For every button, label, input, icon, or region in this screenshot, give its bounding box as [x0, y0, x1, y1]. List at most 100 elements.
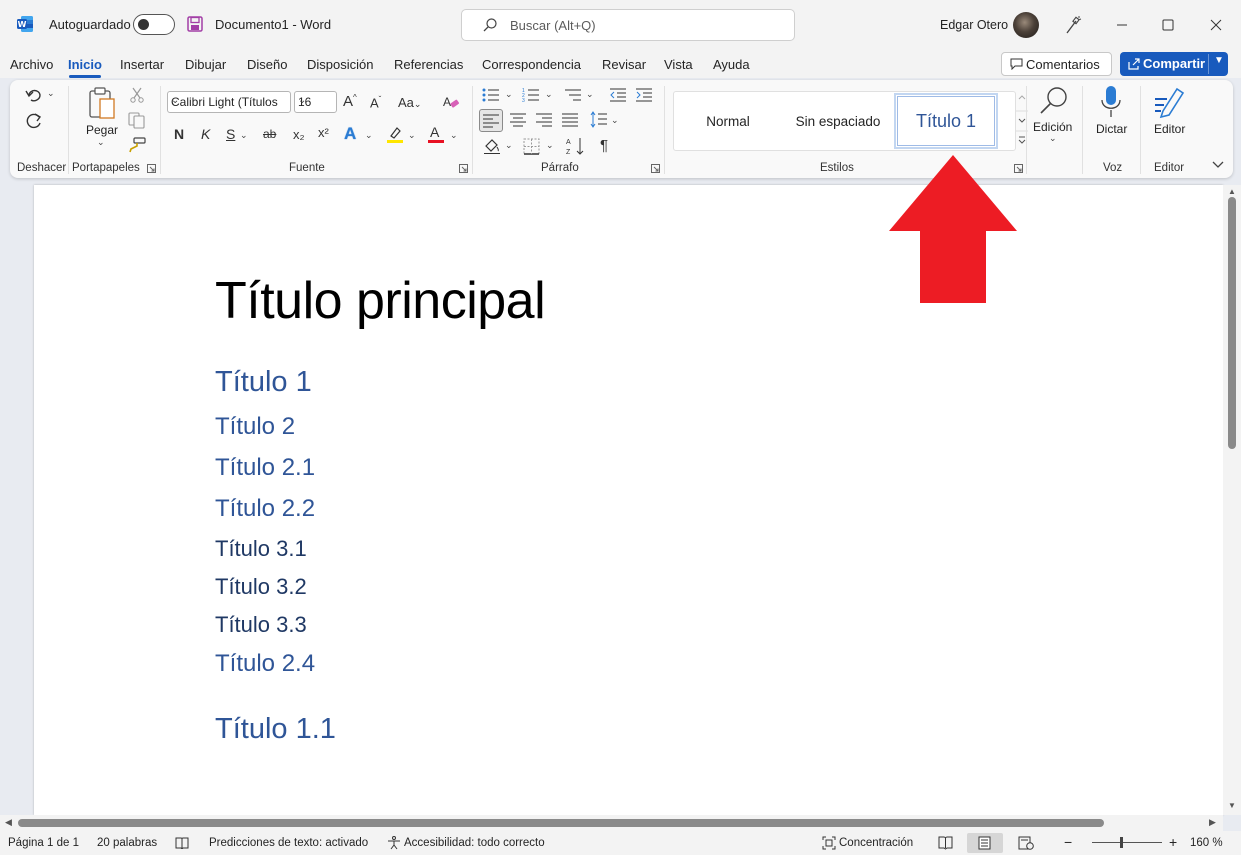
- font-color-chevron-icon[interactable]: ⌄: [450, 130, 458, 141]
- heading-3-3[interactable]: Título 3.3: [215, 612, 307, 638]
- text-effects-chevron-icon[interactable]: ⌄: [365, 130, 373, 141]
- align-center-icon[interactable]: [510, 112, 526, 127]
- cut-icon[interactable]: [129, 87, 145, 103]
- shading-icon[interactable]: [483, 137, 501, 155]
- horizontal-scroll-thumb[interactable]: [18, 819, 1104, 827]
- scroll-right-arrow-icon[interactable]: ▶: [1209, 817, 1216, 828]
- tab-referencias[interactable]: Referencias: [394, 57, 463, 72]
- grow-font-icon[interactable]: A^: [343, 93, 357, 110]
- autosave-toggle[interactable]: [133, 14, 175, 35]
- tab-diseno[interactable]: Diseño: [247, 57, 287, 72]
- microphone-icon[interactable]: [1100, 85, 1122, 119]
- underline-chevron-icon[interactable]: ⌄: [240, 130, 248, 141]
- collapse-ribbon-chevron-icon[interactable]: [1212, 160, 1224, 170]
- numbering-icon[interactable]: 123: [522, 87, 540, 103]
- read-mode-icon[interactable]: [938, 836, 953, 850]
- italic-button[interactable]: K: [201, 126, 210, 142]
- tab-dibujar[interactable]: Dibujar: [185, 57, 226, 72]
- paragraph-launcher-icon[interactable]: [651, 164, 660, 173]
- word-count[interactable]: 20 palabras: [97, 837, 157, 849]
- editor-pen-icon[interactable]: [1153, 85, 1185, 119]
- sort-icon[interactable]: AZ: [566, 136, 586, 156]
- highlight-icon[interactable]: [386, 125, 404, 144]
- font-color-icon[interactable]: A: [427, 124, 445, 144]
- format-painter-icon[interactable]: [128, 137, 146, 153]
- borders-chevron-icon[interactable]: ⌄: [546, 140, 554, 151]
- heading-2-2[interactable]: Título 2.2: [215, 495, 315, 523]
- find-magnifier-icon[interactable]: [1038, 85, 1070, 117]
- line-spacing-icon[interactable]: [590, 111, 608, 128]
- avatar[interactable]: [1013, 12, 1039, 38]
- tab-ayuda[interactable]: Ayuda: [713, 57, 750, 72]
- clear-formatting-icon[interactable]: A: [443, 94, 460, 110]
- increase-indent-icon[interactable]: [635, 87, 653, 103]
- font-launcher-icon[interactable]: [459, 164, 468, 173]
- chevron-down-icon[interactable]: ▼: [1214, 55, 1224, 66]
- close-icon[interactable]: [1204, 13, 1228, 37]
- zoom-slider-track[interactable]: [1092, 842, 1162, 843]
- dictate-label[interactable]: Dictar: [1096, 122, 1127, 136]
- document-title-heading[interactable]: Título principal: [215, 271, 546, 331]
- vertical-scroll-thumb[interactable]: [1228, 197, 1236, 449]
- accessibility-icon[interactable]: [387, 836, 401, 850]
- align-right-icon[interactable]: [536, 112, 552, 127]
- show-formatting-marks-icon[interactable]: ¶: [600, 137, 608, 154]
- decrease-indent-icon[interactable]: [609, 87, 627, 103]
- paste-chevron-icon[interactable]: ⌄: [97, 137, 105, 148]
- bullets-chevron-icon[interactable]: ⌄: [505, 89, 513, 100]
- heading-2-4[interactable]: Título 2.4: [215, 650, 315, 678]
- heading-1-1[interactable]: Título 1.1: [215, 713, 336, 746]
- minimize-icon[interactable]: [1110, 13, 1134, 37]
- save-icon[interactable]: [187, 16, 203, 32]
- undo-dropdown-chevron-icon[interactable]: ⌄: [47, 88, 55, 99]
- redo-icon[interactable]: [24, 111, 44, 131]
- change-case-icon[interactable]: Aa⌄: [398, 95, 421, 110]
- shading-chevron-icon[interactable]: ⌄: [505, 140, 513, 151]
- page-count[interactable]: Página 1 de 1: [8, 837, 79, 849]
- comments-button[interactable]: Comentarios: [1001, 52, 1112, 76]
- superscript-button[interactable]: x²: [318, 125, 329, 140]
- style-normal[interactable]: Normal: [674, 92, 782, 150]
- heading-3-2[interactable]: Título 3.2: [215, 574, 307, 600]
- paste-label[interactable]: Pegar: [86, 123, 118, 137]
- tab-disposicion[interactable]: Disposición: [307, 57, 373, 72]
- multilevel-list-icon[interactable]: [564, 87, 582, 103]
- bold-button[interactable]: N: [174, 126, 184, 142]
- strikethrough-button[interactable]: ab: [263, 127, 276, 141]
- zoom-in-icon[interactable]: +: [1169, 834, 1177, 850]
- tab-insertar[interactable]: Insertar: [120, 57, 164, 72]
- tab-inicio[interactable]: Inicio: [68, 57, 102, 78]
- tab-revisar[interactable]: Revisar: [602, 57, 646, 72]
- share-button[interactable]: Compartir ▼: [1120, 52, 1228, 76]
- copy-icon[interactable]: [128, 112, 146, 129]
- scroll-down-arrow-icon[interactable]: ▼: [1228, 801, 1236, 810]
- maximize-icon[interactable]: [1156, 13, 1180, 37]
- designer-wand-icon[interactable]: [1064, 15, 1082, 35]
- line-spacing-chevron-icon[interactable]: ⌄: [611, 115, 619, 126]
- scroll-left-arrow-icon[interactable]: ◀: [5, 817, 12, 828]
- font-size-select[interactable]: 16 ⌄: [294, 91, 337, 113]
- subscript-button[interactable]: x₂: [293, 127, 305, 142]
- justify-icon[interactable]: [562, 112, 578, 127]
- horizontal-scrollbar[interactable]: ◀ ▶: [0, 815, 1223, 831]
- underline-button[interactable]: S: [226, 126, 235, 142]
- editor-button-label[interactable]: Editor: [1154, 122, 1185, 136]
- print-layout-icon[interactable]: [978, 836, 991, 850]
- scroll-up-arrow-icon[interactable]: ▲: [1228, 187, 1236, 196]
- vertical-scrollbar[interactable]: ▲ ▼: [1223, 185, 1241, 815]
- shrink-font-icon[interactable]: Aˇ: [370, 95, 381, 110]
- tab-archivo[interactable]: Archivo: [10, 57, 53, 72]
- highlight-chevron-icon[interactable]: ⌄: [408, 130, 416, 141]
- user-name[interactable]: Edgar Otero: [940, 18, 1008, 32]
- heading-2[interactable]: Título 2: [215, 413, 295, 441]
- numbering-chevron-icon[interactable]: ⌄: [545, 89, 553, 100]
- text-effects-icon[interactable]: A: [344, 124, 356, 144]
- web-layout-icon[interactable]: [1018, 836, 1034, 850]
- undo-icon[interactable]: [24, 86, 44, 104]
- document-page[interactable]: [34, 185, 1223, 815]
- search-box[interactable]: Buscar (Alt+Q): [461, 9, 795, 41]
- focus-icon[interactable]: [822, 836, 836, 850]
- style-titulo-1[interactable]: Título 1: [894, 93, 998, 149]
- heading-1[interactable]: Título 1: [215, 366, 312, 399]
- focus-mode-label[interactable]: Concentración: [839, 837, 913, 849]
